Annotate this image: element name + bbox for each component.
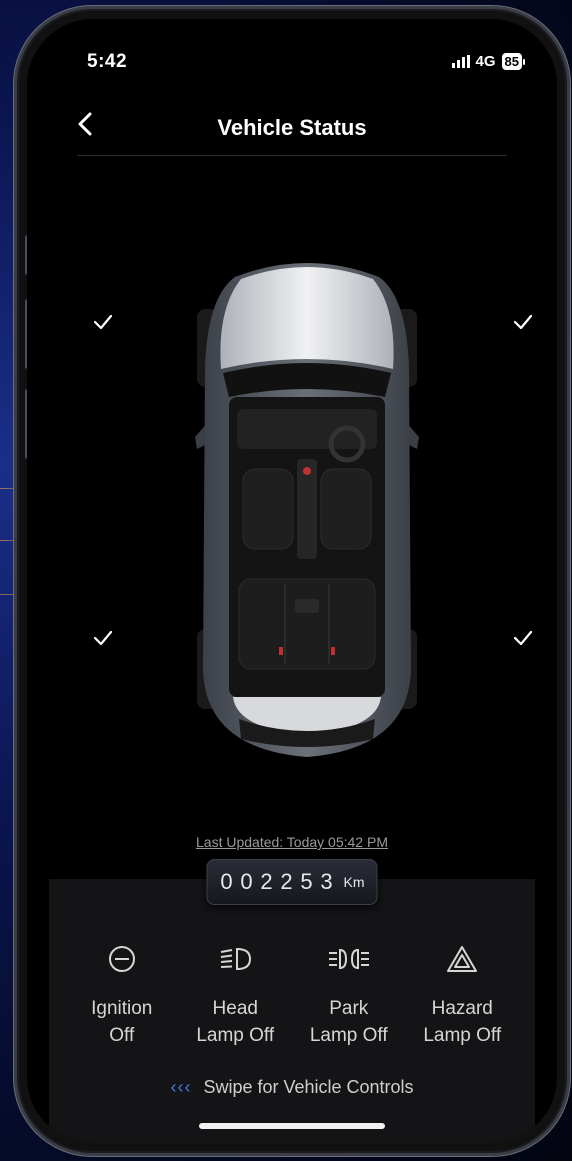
page-title: Vehicle Status xyxy=(217,115,367,140)
ignition-status[interactable]: Ignition Off xyxy=(65,939,179,1049)
odometer: 0 0 2 2 5 3 Km xyxy=(206,859,378,905)
check-icon xyxy=(93,314,113,330)
odometer-digit: 0 xyxy=(240,869,253,894)
park-lamp-status[interactable]: Park Lamp Off xyxy=(292,939,406,1049)
park-lamp-icon xyxy=(328,948,369,970)
headlamp-label-line1: Head xyxy=(212,998,258,1019)
ignition-icon xyxy=(108,946,135,972)
header-divider xyxy=(77,155,507,156)
check-icon xyxy=(93,630,113,646)
app-screen: 5:42 4G 85 Vehicle Status Last Updated: … xyxy=(27,19,557,1143)
hazard-icon xyxy=(447,946,478,972)
hazard-label-line2: Lamp Off xyxy=(423,1025,502,1046)
odometer-digit: 2 xyxy=(280,869,293,894)
last-updated-link[interactable]: Last Updated: Today 05:42 PM xyxy=(27,834,557,850)
ignition-label-line2: Off xyxy=(109,1025,135,1046)
odometer-unit: Km xyxy=(343,874,365,890)
odometer-digit: 3 xyxy=(320,869,333,894)
car-top-view-image xyxy=(195,263,419,757)
nav-bar: Vehicle Status xyxy=(27,105,557,151)
headlamp-label-line2: Lamp Off xyxy=(196,1025,275,1046)
swipe-label: Swipe for Vehicle Controls xyxy=(203,1077,414,1097)
battery-nub xyxy=(523,58,525,65)
signal-icon xyxy=(451,55,470,68)
home-indicator[interactable] xyxy=(199,1123,385,1129)
battery-icon: 85 xyxy=(501,53,522,70)
check-icon xyxy=(513,314,533,330)
network-type: 4G xyxy=(475,53,496,70)
hazard-label-line1: Hazard xyxy=(431,998,493,1019)
vehicle-status-controls: Ignition Off Head Lamp Off Park Lamp Off… xyxy=(65,939,519,1049)
headlamp-status[interactable]: Head Lamp Off xyxy=(179,939,293,1049)
chevron-left-icon: ‹‹‹ xyxy=(170,1077,192,1097)
hazard-lamp-status[interactable]: Hazard Lamp Off xyxy=(406,939,520,1049)
phone-frame: 5:42 4G 85 Vehicle Status Last Updated: … xyxy=(14,6,570,1156)
ignition-label-line1: Ignition xyxy=(91,998,153,1019)
status-bar: 5:42 4G 85 xyxy=(27,49,557,79)
odometer-digit: 5 xyxy=(300,869,313,894)
odometer-digit: 0 xyxy=(220,869,233,894)
park-lamp-label-line2: Lamp Off xyxy=(309,1025,388,1046)
status-indicators: 4G 85 xyxy=(451,53,525,70)
park-lamp-label-line1: Park xyxy=(329,998,369,1019)
status-time: 5:42 xyxy=(87,51,128,72)
check-icon xyxy=(513,630,533,646)
odometer-digit: 2 xyxy=(260,869,273,894)
headlamp-icon xyxy=(221,947,252,971)
swipe-hint[interactable]: ‹‹‹ Swipe for Vehicle Controls xyxy=(27,1077,557,1098)
